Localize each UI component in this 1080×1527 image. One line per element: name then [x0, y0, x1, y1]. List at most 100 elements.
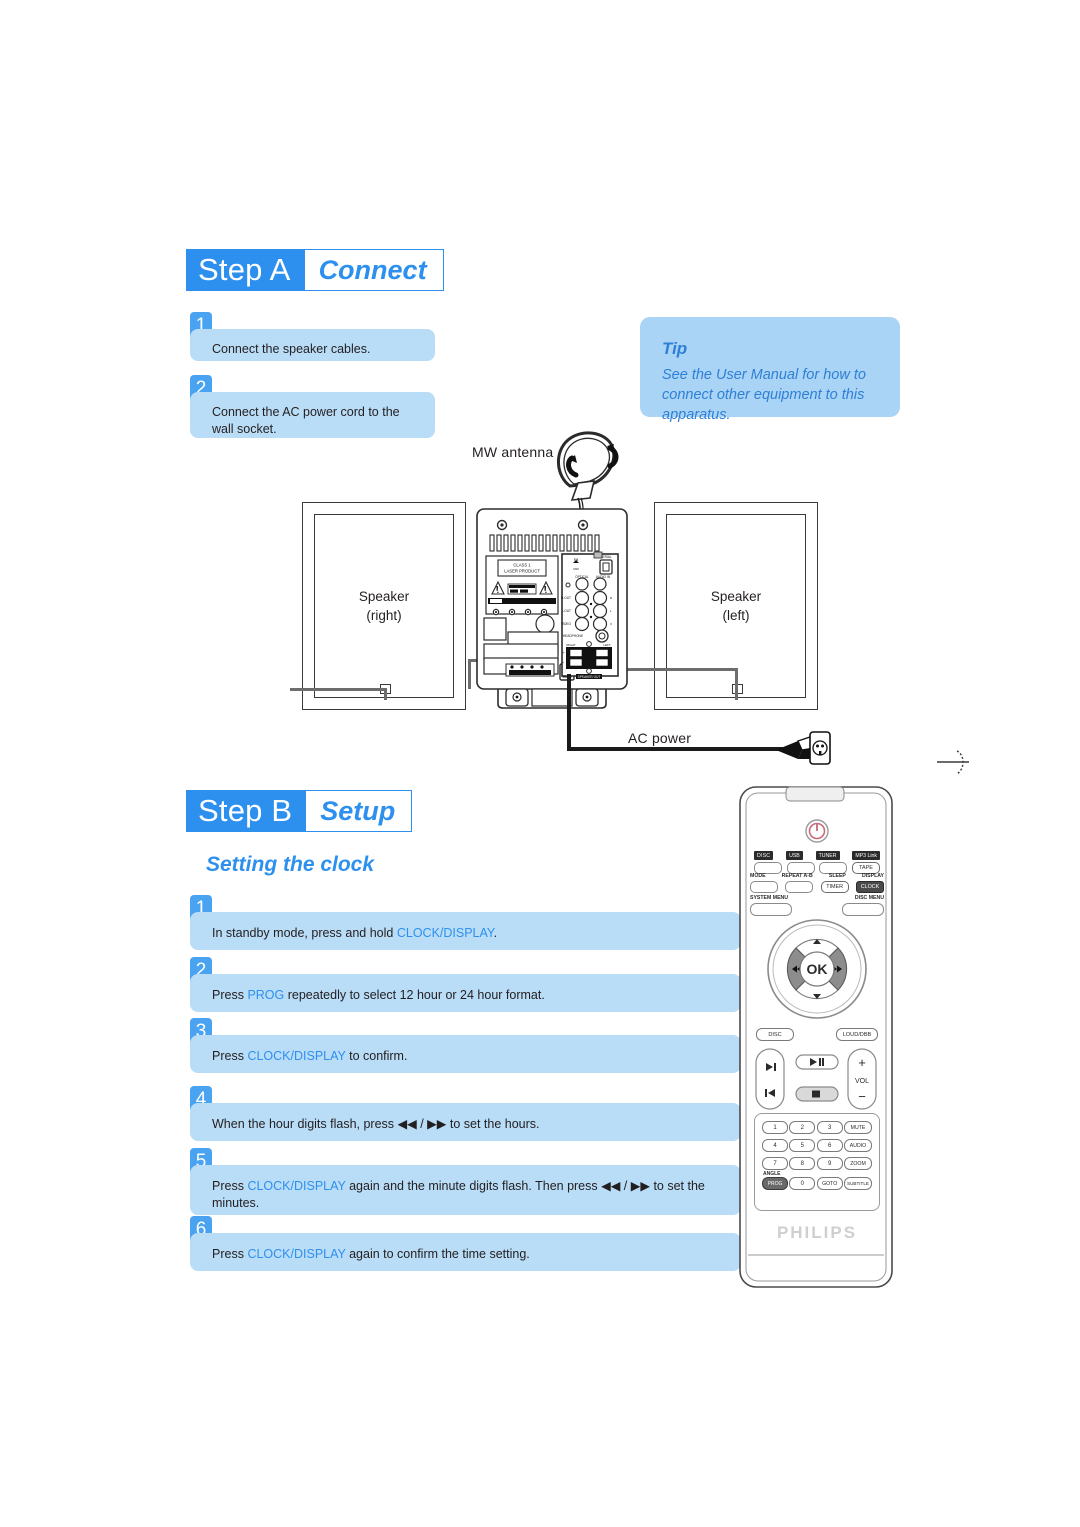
remote-vol-minus: − [858, 1089, 866, 1104]
step-b-item-6-text: Press CLOCK/DISPLAY again to confirm the… [190, 1233, 741, 1271]
svg-text:LASER PRODUCT: LASER PRODUCT [504, 569, 540, 574]
keypad-row-1: 1 2 3 MUTE [762, 1121, 872, 1134]
remote-label-system-menu: SYSTEM MENU [750, 895, 789, 901]
remote-key-2[interactable]: 2 [789, 1121, 816, 1134]
remote-key-1[interactable]: 1 [762, 1121, 788, 1134]
remote-key-zoom[interactable]: ZOOM [843, 1157, 872, 1170]
remote-control: DISC USB TUNER MP3 Link TAPE MODE REPEAT… [738, 785, 896, 1290]
step-b-item-5-key: CLOCK/DISPLAY [247, 1179, 346, 1193]
remote-brand-logo: PHILIPS [776, 1223, 858, 1242]
tip-box: Tip See the User Manual for how to conne… [640, 317, 900, 423]
remote-label-sleep: SLEEP [828, 873, 846, 879]
remote-vol-label: VOL [855, 1078, 869, 1085]
guide-page: Step A Connect 1 Connect the speaker cab… [0, 0, 1080, 1527]
svg-text:V: V [610, 622, 612, 626]
remote-transport-cluster[interactable]: + VOL − [754, 1047, 880, 1113]
remote-button-system-menu[interactable] [750, 903, 792, 916]
tip-title: Tip [662, 339, 688, 358]
ac-power-label: AC power [628, 730, 692, 746]
step-b-item-1-pre: In standby mode, press and hold [212, 926, 397, 940]
ac-cord-vertical [567, 674, 571, 750]
speaker-left-line2: (left) [722, 608, 750, 623]
remote-key-9[interactable]: 9 [816, 1157, 843, 1170]
step-b-item-4-post: ◀◀ / ▶▶ to set the hours. [397, 1117, 540, 1131]
remote-button-mode[interactable] [750, 881, 778, 893]
mw-antenna-label: MW antenna [472, 444, 554, 460]
remote-key-5[interactable]: 5 [789, 1139, 816, 1152]
ac-cord-horizontal [567, 747, 789, 751]
main-unit-back-panel: CLASS 1 LASER PRODUCT AERIAL MW OPTICAL … [476, 508, 628, 709]
svg-text:SPEAKER OUT: SPEAKER OUT [578, 675, 601, 679]
svg-text:HEADPHONE: HEADPHONE [563, 634, 583, 638]
remote-button-disc-menu[interactable] [842, 903, 884, 916]
remote-key-mute[interactable]: MUTE [843, 1121, 872, 1134]
connection-diagram: MW antenna Speaker (right) Speaker (left… [290, 430, 850, 775]
remote-key-subtitle[interactable]: SUBTITLE [843, 1177, 872, 1190]
step-b-item-2-post: repeatedly to select 12 hour or 24 hour … [284, 988, 545, 1002]
remote-source-row: DISC USB TUNER MP3 Link TAPE [754, 851, 880, 875]
remote-button-timer[interactable]: TIMER [820, 881, 849, 893]
step-b-item-2-text: Press PROG repeatedly to select 12 hour … [190, 974, 741, 1012]
speaker-left-line1: Speaker [710, 589, 762, 604]
step-b-header: Step B Setup [186, 790, 413, 832]
keypad-row-4: PROG 0 GOTO SUBTITLE [762, 1177, 872, 1190]
remote-key-8[interactable]: 8 [789, 1157, 816, 1170]
remote-label-repeat: REPEAT A-B [781, 873, 813, 879]
remote-menu-row: SYSTEM MENU DISC MENU [750, 895, 884, 916]
ac-plug-icon [776, 731, 831, 765]
step-a-header: Step A Connect [186, 249, 444, 291]
wire-right-run [290, 688, 387, 691]
remote-button-disc2[interactable]: DISC [756, 1028, 794, 1041]
remote-key-3[interactable]: 3 [816, 1121, 843, 1134]
speaker-right-line2: (right) [366, 608, 402, 623]
remote-label-usb: USB [786, 851, 803, 861]
step-b-item-3-text: Press CLOCK/DISPLAY to confirm. [190, 1035, 741, 1073]
step-b-item-6-key: CLOCK/DISPLAY [247, 1247, 346, 1261]
remote-skip-pill [755, 1048, 785, 1110]
remote-label-disc: DISC [754, 851, 774, 861]
remote-button-loud-dbb[interactable]: LOUD/DBB [836, 1028, 878, 1041]
step-a-item-1-text: Connect the speaker cables. [190, 329, 435, 361]
remote-nav-ring[interactable]: OK [766, 918, 868, 1020]
svg-text:VIDEO: VIDEO [561, 622, 571, 626]
keypad-row-3: 7 8 9 ZOOM [762, 1157, 872, 1170]
remote-key-6[interactable]: 6 [816, 1139, 843, 1152]
svg-text:CLASS 1: CLASS 1 [513, 563, 531, 568]
remote-key-4[interactable]: 4 [762, 1139, 788, 1152]
speaker-right: Speaker (right) [302, 502, 466, 710]
step-b-item-2-pre: Press [212, 988, 248, 1002]
step-b-item-1-key: CLOCK/DISPLAY [396, 926, 494, 940]
step-b-item-5-text: Press CLOCK/DISPLAY again and the minute… [190, 1165, 741, 1215]
remote-ok-label: OK [807, 961, 828, 977]
svg-text:LEFT: LEFT [603, 643, 611, 647]
step-b-item-5-pre: Press [212, 1179, 248, 1193]
remote-keypad: 1 2 3 MUTE 4 5 6 AUDIO 7 8 9 ZOOM ANGLE … [754, 1113, 880, 1211]
remote-label-disc-menu: DISC MENU [854, 895, 884, 901]
remote-key-goto[interactable]: GOTO [816, 1177, 843, 1190]
remote-label-display: DISPLAY [861, 873, 884, 879]
step-b-item-6-post: again to confirm the time setting. [345, 1247, 530, 1261]
step-b-item-3-key: CLOCK/DISPLAY [247, 1049, 346, 1063]
step-b-word: Setup [306, 790, 413, 832]
wire-right-drop [468, 659, 471, 689]
setting-the-clock-heading: Setting the clock [206, 853, 375, 876]
remote-label-mp3link: MP3 Link [852, 851, 880, 861]
remote-disc-loud-row: DISC LOUD/DBB [756, 1028, 878, 1041]
remote-vol-plus: + [858, 1055, 866, 1070]
remote-button-clock[interactable]: CLOCK [855, 881, 884, 893]
remote-label-tuner: TUNER [815, 851, 840, 861]
remote-key-prog[interactable]: PROG [762, 1177, 788, 1190]
step-b-item-3-post: to confirm. [345, 1049, 408, 1063]
step-b-item-2-key: PROG [247, 988, 285, 1002]
step-b-item-6-pre: Press [212, 1247, 248, 1261]
remote-key-audio[interactable]: AUDIO [843, 1139, 872, 1152]
remote-function-row: MODE REPEAT A-B SLEEP DISPLAY TIMER CLOC… [750, 873, 884, 893]
step-b-item-4-pre: When the hour digits flash, press [212, 1117, 398, 1131]
remote-key-0[interactable]: 0 [789, 1177, 816, 1190]
remote-button-repeat-ab[interactable] [785, 881, 814, 893]
speaker-right-label: Speaker (right) [314, 514, 454, 698]
step-b-badge: Step B [186, 790, 307, 832]
step-b-item-1-text: In standby mode, press and hold CLOCK/DI… [190, 912, 741, 950]
keypad-row-2: 4 5 6 AUDIO [762, 1139, 872, 1152]
remote-key-7[interactable]: 7 [762, 1157, 788, 1170]
